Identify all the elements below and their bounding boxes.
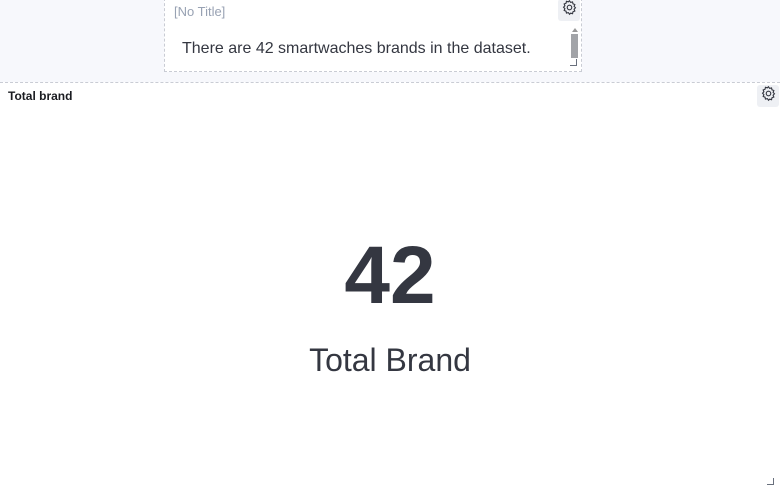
panel-markdown-text: There are 42 smartwaches brands in the d… (182, 40, 531, 57)
panel-title: [No Title] (174, 4, 226, 19)
text-panel: [No Title] There are 42 smartwaches bran… (164, 0, 582, 72)
resize-handle-icon[interactable] (767, 478, 774, 485)
panel-title: Total brand (8, 89, 73, 103)
metric-label: Total Brand (309, 342, 471, 378)
scrollbar-thumb[interactable] (571, 34, 578, 58)
metric-panel: Total brand 42 Total Brand (0, 82, 780, 491)
scroll-up-arrow-icon[interactable] (572, 28, 578, 32)
dashboard-canvas: [No Title] There are 42 smartwaches bran… (0, 0, 780, 491)
gear-icon (760, 85, 777, 107)
panel-settings-button[interactable] (558, 0, 580, 21)
metric-value: 42 (344, 230, 436, 321)
gear-icon (561, 0, 578, 21)
resize-handle-icon[interactable] (570, 59, 577, 66)
panel-settings-button[interactable] (757, 85, 779, 107)
